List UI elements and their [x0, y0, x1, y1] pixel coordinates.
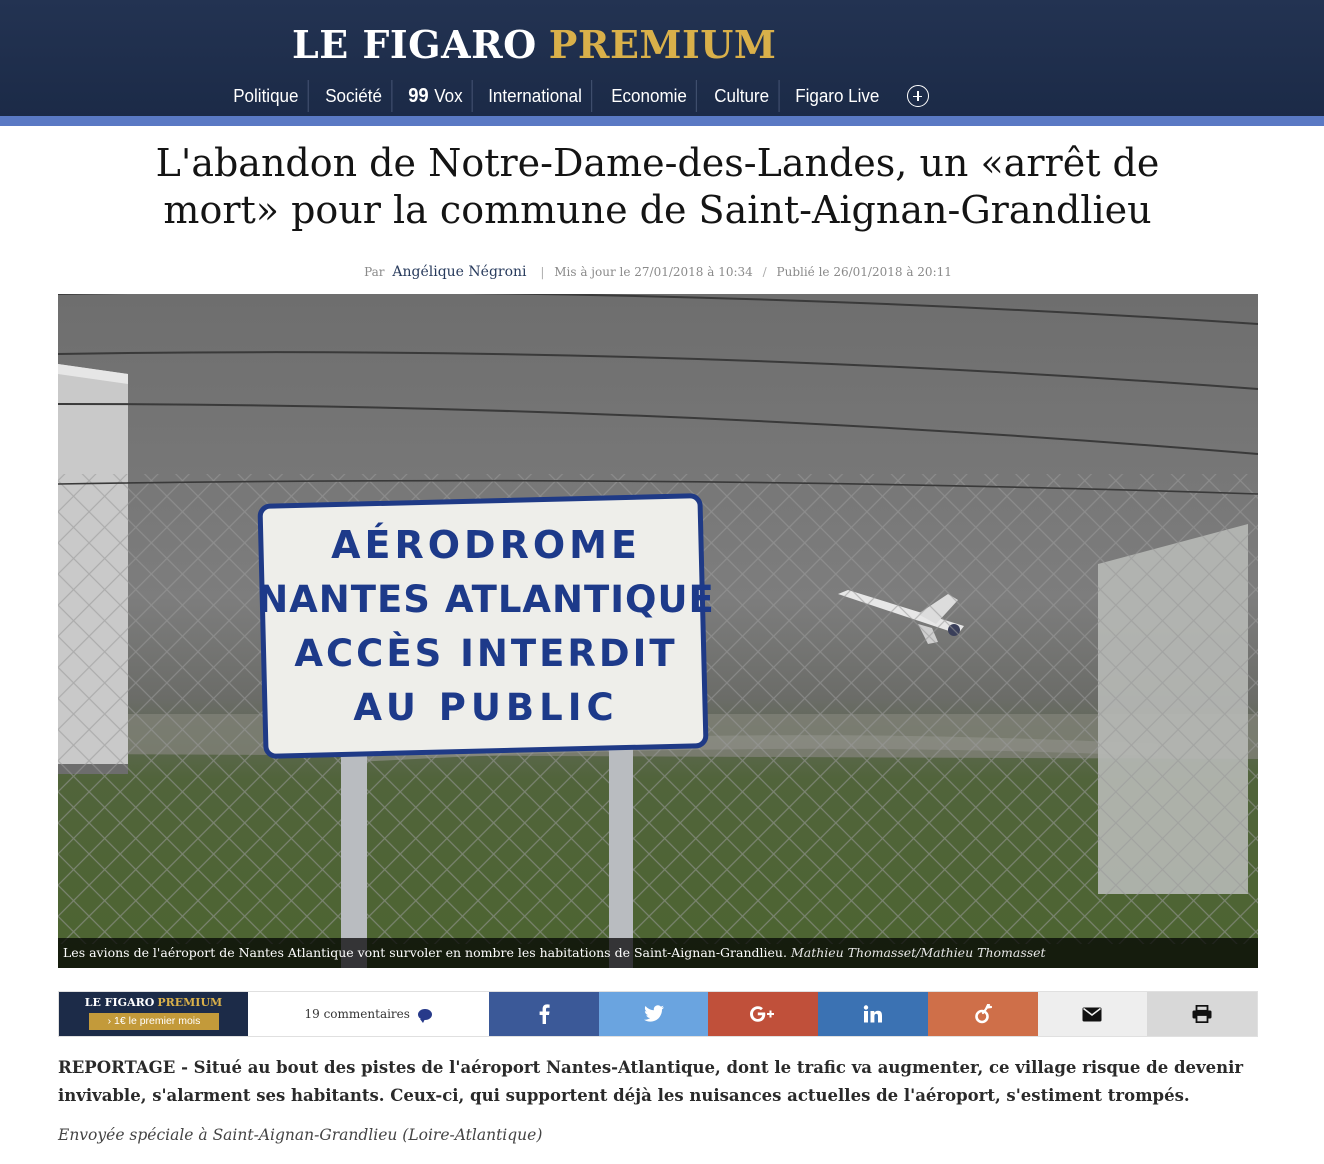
article-byline: Par Angélique Négroni | Mis à jour le 27… [0, 264, 1316, 280]
updated-date: Mis à jour le 27/01/2018 à 10:34 [554, 265, 753, 279]
byline-prefix: Par [364, 265, 385, 279]
nav-item-culture[interactable]: Culture [705, 80, 780, 112]
article-title: L'abandon de Notre-Dame-des-Landes, un «… [155, 141, 1160, 232]
logo-premium: PREMIUM [548, 22, 777, 67]
header-divider [0, 116, 1324, 126]
photo-illustration: AÉRODROME NANTES ATLANTIQUE ACCÈS INTERD… [58, 294, 1258, 968]
byline-separator: / [762, 265, 767, 279]
sign-line-2: NANTES ATLANTIQUE [257, 578, 715, 621]
nav-item-figaro-live[interactable]: Figaro Live [786, 80, 889, 112]
plus-circle-icon[interactable] [907, 85, 930, 107]
sign-line-3: ACCÈS INTERDIT [294, 631, 677, 675]
print-button[interactable] [1147, 992, 1257, 1036]
premium-promo[interactable]: LE FIGARO PREMIUM › 1€ le premier mois [59, 992, 248, 1036]
photo-caption: Les avions de l'aéroport de Nantes Atlan… [58, 938, 1258, 968]
quote-icon: 99 [407, 85, 429, 107]
byline-separator: | [540, 265, 545, 279]
article-photo[interactable]: AÉRODROME NANTES ATLANTIQUE ACCÈS INTERD… [58, 294, 1258, 968]
logo-le-figaro: LE FIGARO [292, 22, 537, 67]
promo-logo: LE FIGARO PREMIUM [59, 996, 248, 1009]
published-date: Publié le 26/01/2018 à 20:11 [776, 265, 952, 279]
sign-line-4: AU PUBLIC [353, 686, 618, 729]
email-share-button[interactable] [1037, 992, 1148, 1036]
promo-brand: LE FIGARO [84, 996, 155, 1009]
comments-link[interactable]: 19 commentaires [247, 992, 489, 1036]
site-logo[interactable]: LE FIGARO PREMIUM [292, 22, 776, 67]
sign-line-1: AÉRODROME [331, 523, 641, 567]
facebook-icon [539, 1004, 550, 1024]
author-link[interactable]: Angélique Négroni [392, 264, 526, 280]
viadeo-share-button[interactable] [927, 992, 1038, 1036]
comment-bubble-icon [417, 1008, 432, 1023]
article-lead: REPORTAGE - Situé au bout des pistes de … [58, 1058, 1244, 1105]
comments-count: 19 commentaires [304, 1007, 410, 1021]
nav-item-international[interactable]: International [479, 80, 592, 112]
twitter-icon [643, 1005, 664, 1022]
subscribe-label: 1€ le premier mois [114, 1015, 201, 1027]
nav-item-societe[interactable]: Société [316, 80, 393, 112]
printer-icon [1192, 1005, 1212, 1023]
main-nav: Politique Société 99 Vox International Ec… [224, 80, 930, 112]
facebook-share-button[interactable] [488, 992, 599, 1036]
subscribe-button[interactable]: › 1€ le premier mois [89, 1013, 219, 1030]
share-bar: LE FIGARO PREMIUM › 1€ le premier mois 19… [58, 991, 1258, 1037]
google-plus-share-button[interactable] [708, 992, 819, 1036]
airport-sign: AÉRODROME NANTES ATLANTIQUE ACCÈS INTERD… [257, 493, 715, 759]
photo-credit: Mathieu Thomasset/Mathieu Thomasset [790, 945, 1046, 960]
nav-item-vox-label: Vox [433, 85, 463, 106]
nav-item-politique[interactable]: Politique [224, 80, 309, 112]
nav-item-vox[interactable]: 99 Vox [399, 80, 473, 112]
article-dateline: Envoyée spéciale à Saint-Aignan-Grandlie… [58, 1126, 543, 1144]
viadeo-icon [974, 1004, 992, 1024]
envelope-icon [1082, 1007, 1102, 1021]
caption-text: Les avions de l'aéroport de Nantes Atlan… [63, 945, 787, 960]
linkedin-share-button[interactable] [818, 992, 928, 1036]
twitter-share-button[interactable] [598, 992, 709, 1036]
site-header: LE FIGARO PREMIUM Politique Société 99 Vox… [0, 0, 1324, 118]
promo-premium: PREMIUM [157, 996, 223, 1009]
google-plus-icon [750, 1006, 775, 1022]
linkedin-icon [863, 1005, 882, 1023]
nav-item-economie[interactable]: Economie [602, 80, 697, 112]
